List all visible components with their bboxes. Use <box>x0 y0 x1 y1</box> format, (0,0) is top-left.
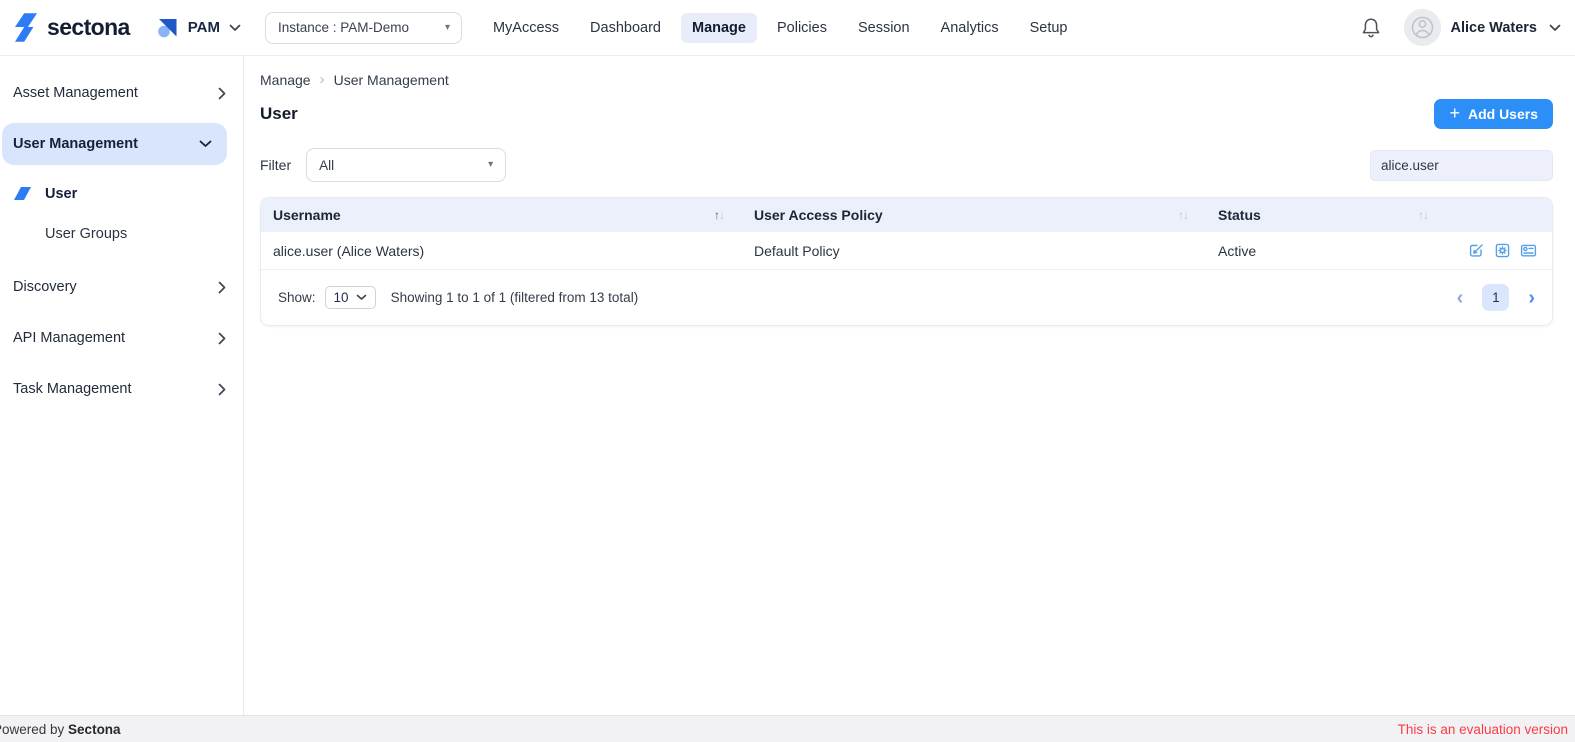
user-menu-chevron-icon[interactable] <box>1549 24 1561 32</box>
user-avatar[interactable] <box>1404 9 1441 46</box>
breadcrumb-manage[interactable]: Manage <box>260 72 311 88</box>
topbar-right: Alice Waters <box>1360 9 1562 46</box>
topbar: sectona PAM Instance : PAM-Demo ▾ MyAcce… <box>0 0 1575 56</box>
plus-icon: + <box>1449 104 1460 124</box>
chevron-right-icon <box>218 332 226 345</box>
powered-by: Powered by Sectona <box>0 722 121 737</box>
pagination-bar: Show: 10 Showing 1 to 1 of 1 (filtered f… <box>261 270 1552 325</box>
user-settings-icon[interactable] <box>1494 242 1511 259</box>
chevron-right-icon <box>218 87 226 100</box>
instance-selector-value: Instance : PAM-Demo <box>278 20 409 35</box>
chevron-down-icon <box>199 140 212 148</box>
next-page-icon[interactable]: › <box>1528 288 1535 308</box>
user-active-marker-icon <box>14 187 32 201</box>
caret-down-icon: ▾ <box>445 23 450 33</box>
breadcrumb-separator-icon: › <box>320 71 325 88</box>
add-users-button[interactable]: + Add Users <box>1434 99 1553 129</box>
sidebar-subitem-user-groups[interactable]: User Groups <box>0 214 243 254</box>
column-header-user-access-policy[interactable]: User Access Policy <box>754 207 883 223</box>
sidebar-item-label: User Management <box>13 136 138 152</box>
nav-policies[interactable]: Policies <box>766 13 838 43</box>
brand-name: sectona <box>47 14 130 41</box>
nav-analytics[interactable]: Analytics <box>930 13 1010 43</box>
breadcrumb-user-management: User Management <box>334 72 449 88</box>
search-input[interactable] <box>1370 150 1553 181</box>
caret-down-icon: ▾ <box>488 160 493 170</box>
previous-page-icon[interactable]: ‹ <box>1457 288 1464 308</box>
powered-by-brand: Sectona <box>68 722 121 737</box>
cell-status: Active <box>1218 243 1256 259</box>
brand-logo: sectona <box>15 12 130 43</box>
powered-by-prefix: Powered by <box>0 722 68 737</box>
filter-label: Filter <box>260 157 291 173</box>
chevron-right-icon <box>218 281 226 294</box>
cell-user-access-policy: Default Policy <box>754 243 840 259</box>
sidebar-item-label: Asset Management <box>13 85 138 101</box>
show-label: Show: <box>278 290 316 305</box>
sidebar-item-task-management[interactable]: Task Management <box>0 368 243 410</box>
nav-setup[interactable]: Setup <box>1019 13 1079 43</box>
sidebar-item-label: Discovery <box>13 279 77 295</box>
product-label: PAM <box>188 19 220 36</box>
sort-icon-user-access-policy[interactable]: ↑↓ <box>1178 208 1188 222</box>
sidebar-item-user-management[interactable]: User Management <box>2 123 227 165</box>
nav-dashboard[interactable]: Dashboard <box>579 13 672 43</box>
pam-product-icon <box>156 16 179 39</box>
evaluation-notice: This is an evaluation version <box>1398 722 1568 737</box>
sidebar-item-label: Task Management <box>13 381 131 397</box>
sidebar: Asset Management User Management User Us… <box>0 56 244 715</box>
sort-icon-username[interactable]: ↑↓ <box>714 208 724 222</box>
page-number-1[interactable]: 1 <box>1482 284 1509 311</box>
sort-icon-status[interactable]: ↑↓ <box>1418 208 1428 222</box>
main-content: Manage › User Management User + Add User… <box>244 56 1575 715</box>
chevron-right-icon <box>218 383 226 396</box>
column-header-username[interactable]: Username <box>273 207 341 223</box>
edit-user-icon[interactable] <box>1468 242 1485 259</box>
sidebar-subitem-user[interactable]: User <box>0 174 243 214</box>
user-name[interactable]: Alice Waters <box>1451 20 1538 36</box>
page-size-value: 10 <box>334 290 349 305</box>
page-title: User <box>260 104 298 124</box>
sidebar-item-discovery[interactable]: Discovery <box>0 266 243 308</box>
main-nav: MyAccess Dashboard Manage Policies Sessi… <box>482 13 1079 43</box>
product-switcher[interactable]: PAM <box>156 16 241 39</box>
instance-selector[interactable]: Instance : PAM-Demo ▾ <box>265 12 462 44</box>
nav-manage[interactable]: Manage <box>681 13 757 43</box>
sidebar-subitem-label: User <box>45 186 77 202</box>
users-table: Username ↑↓ User Access Policy ↑↓ Status… <box>260 197 1553 326</box>
filter-dropdown[interactable]: All ▾ <box>306 148 506 182</box>
sidebar-subitem-label: User Groups <box>45 226 127 242</box>
table-header-row: Username ↑↓ User Access Policy ↑↓ Status… <box>261 198 1552 232</box>
breadcrumb: Manage › User Management <box>260 71 1553 88</box>
sidebar-item-label: API Management <box>13 330 125 346</box>
table-row: alice.user (Alice Waters) Default Policy… <box>261 232 1552 270</box>
pagination-summary: Showing 1 to 1 of 1 (filtered from 13 to… <box>391 290 639 305</box>
filter-dropdown-value: All <box>319 158 334 173</box>
footer: Powered by Sectona This is an evaluation… <box>0 715 1575 742</box>
nav-session[interactable]: Session <box>847 13 921 43</box>
add-users-label: Add Users <box>1468 106 1538 122</box>
column-header-status[interactable]: Status <box>1218 207 1261 223</box>
chevron-down-icon <box>356 294 367 301</box>
sidebar-item-asset-management[interactable]: Asset Management <box>0 72 243 114</box>
notification-bell-icon[interactable] <box>1360 16 1382 40</box>
sectona-bolt-icon <box>15 12 38 43</box>
page-size-select[interactable]: 10 <box>325 286 376 309</box>
nav-myaccess[interactable]: MyAccess <box>482 13 570 43</box>
user-profile-card-icon[interactable] <box>1520 242 1537 259</box>
chevron-down-icon <box>229 24 241 32</box>
cell-username: alice.user (Alice Waters) <box>273 243 424 259</box>
sidebar-item-api-management[interactable]: API Management <box>0 317 243 359</box>
